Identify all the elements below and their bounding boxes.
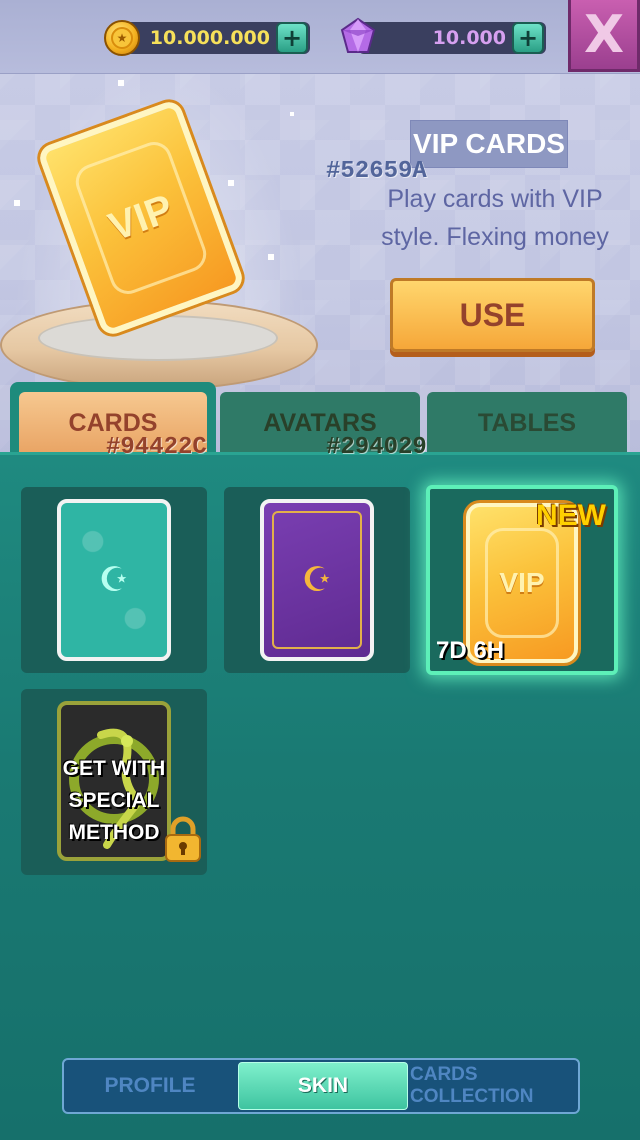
crescent-star-icon: ☪ bbox=[301, 560, 333, 600]
card-back-purple: ☪ bbox=[260, 499, 374, 661]
add-coins-button[interactable]: + bbox=[276, 22, 308, 54]
avatars-tab-color-label: #294029 bbox=[326, 434, 427, 461]
sparkle bbox=[118, 80, 124, 86]
expiry-timer: 7D 6H bbox=[436, 637, 505, 664]
pedestal-top bbox=[38, 315, 278, 361]
sparkle bbox=[268, 254, 274, 260]
title-color-label: #52659A bbox=[326, 158, 427, 185]
skin-grid: ☪ ☪ VIP NEW 7D 6H GET WITH SPECIAL METHO… bbox=[0, 452, 640, 1140]
skin-description: Play cards with VIP style. Flexing money bbox=[381, 185, 609, 251]
sparkle bbox=[290, 112, 294, 116]
vip-card-label: VIP bbox=[499, 567, 545, 598]
close-button[interactable]: X bbox=[568, 0, 640, 72]
use-button-label: USE bbox=[459, 296, 526, 333]
skin-title: VIP CARDS bbox=[410, 120, 568, 168]
tab-tables[interactable]: TABLES bbox=[427, 392, 627, 454]
crescent-star-icon: ☪ bbox=[98, 560, 130, 600]
skin-item[interactable]: ☪ bbox=[21, 487, 207, 673]
skin-item-selected[interactable]: VIP NEW 7D 6H bbox=[426, 485, 618, 675]
bottom-nav: PROFILE SKIN CARDS COLLECTION bbox=[62, 1058, 580, 1114]
nav-cards-collection[interactable]: CARDS COLLECTION bbox=[410, 1060, 580, 1112]
gem-balance-value: 10.000 bbox=[432, 27, 506, 49]
padlock-icon bbox=[165, 816, 201, 862]
use-button[interactable]: USE bbox=[390, 278, 595, 352]
header-bar: 10.000.000 + ★ 10.000 + X bbox=[0, 0, 640, 74]
gem-icon bbox=[340, 17, 376, 53]
coin-icon: ★ bbox=[104, 20, 140, 56]
nav-skin[interactable]: SKIN bbox=[238, 1062, 408, 1110]
close-icon: X bbox=[583, 4, 625, 65]
gem-balance: 10.000 + bbox=[358, 22, 546, 54]
cards-tab-color-label: #94422C bbox=[106, 434, 207, 461]
skin-item-locked[interactable]: GET WITH SPECIAL METHOD bbox=[21, 689, 207, 875]
sparkle bbox=[14, 200, 20, 206]
nav-profile[interactable]: PROFILE bbox=[64, 1060, 236, 1112]
new-badge: NEW bbox=[536, 499, 606, 532]
coin-balance: 10.000.000 + bbox=[120, 22, 310, 54]
skin-item[interactable]: ☪ bbox=[224, 487, 410, 673]
coin-balance-value: 10.000.000 bbox=[149, 27, 270, 49]
sparkle bbox=[228, 180, 234, 186]
add-gems-button[interactable]: + bbox=[512, 22, 544, 54]
card-back-teal: ☪ bbox=[57, 499, 171, 661]
